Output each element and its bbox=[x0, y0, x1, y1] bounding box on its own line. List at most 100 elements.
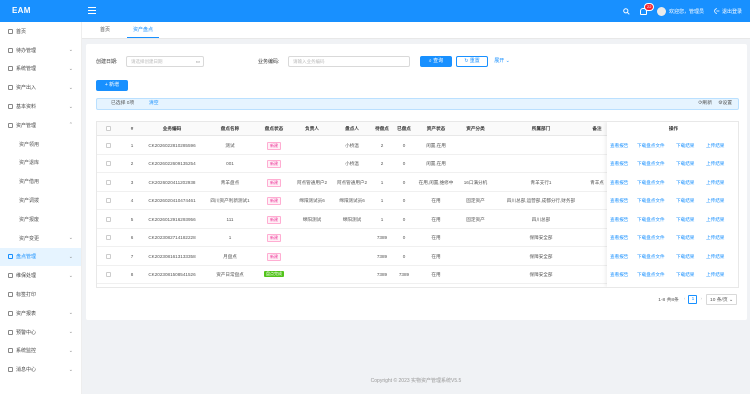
page-1-button[interactable]: 1 bbox=[688, 295, 698, 304]
date-filter-input[interactable]: 请选择创建日期 ▭ bbox=[126, 56, 204, 67]
sidebar-item[interactable]: 待办管理 ⌄ bbox=[0, 41, 81, 60]
sidebar-item-label: 资产调拨 bbox=[19, 198, 40, 205]
logout-button[interactable]: 退出登录 bbox=[714, 8, 742, 15]
row-checkbox[interactable] bbox=[106, 179, 111, 185]
sidebar-item[interactable]: 资产调拨 bbox=[0, 191, 81, 210]
row-action-link[interactable]: 上传结果 bbox=[706, 254, 724, 260]
row-checkbox[interactable] bbox=[106, 142, 111, 148]
column-header: 待盘点 bbox=[375, 126, 389, 131]
row-action-link[interactable]: 查看报告 bbox=[610, 161, 628, 167]
row-checkbox[interactable] bbox=[106, 272, 111, 277]
row-action-link[interactable]: 上传结果 bbox=[706, 235, 724, 241]
prev-page-button[interactable]: ‹ bbox=[684, 297, 686, 302]
table-cell: CK2026012916293956 bbox=[148, 216, 196, 222]
clear-selection-link[interactable]: 清空 bbox=[149, 99, 159, 109]
sidebar-item-label: 资产出入 bbox=[16, 85, 37, 92]
operations-column: 操作 查看报告 下载盘点文件 下载结果 上传结果 查看报告 下载盘点文件 下载结果 上传结果 查看… bbox=[607, 122, 738, 287]
user-menu[interactable]: 欢迎您，管理员 bbox=[656, 6, 704, 16]
sidebar-item[interactable]: 资产借用 bbox=[0, 172, 81, 191]
table-settings-button[interactable]: ⚙设置 bbox=[718, 99, 732, 109]
row-action-link[interactable]: 查看报告 bbox=[610, 180, 628, 186]
row-action-link[interactable]: 下载盘点文件 bbox=[637, 143, 665, 149]
row-action-link[interactable]: 上传结果 bbox=[706, 180, 724, 186]
sidebar-item[interactable]: 资产领用 bbox=[0, 135, 81, 154]
sidebar-item[interactable]: 首页 bbox=[0, 22, 81, 41]
row-action-link[interactable]: 查看报告 bbox=[610, 272, 628, 278]
sidebar-item-label: 系统监控 bbox=[16, 348, 37, 355]
row-checkbox[interactable] bbox=[106, 235, 111, 240]
column-header: # bbox=[130, 126, 134, 131]
search-button[interactable]: ⌕ 查询 bbox=[420, 56, 452, 67]
add-button[interactable]: + 新增 bbox=[96, 80, 128, 91]
sidebar-item[interactable]: 资产报废 bbox=[0, 210, 81, 229]
row-action-link[interactable]: 上传结果 bbox=[706, 272, 724, 278]
sidebar-item[interactable]: 标签打印 bbox=[0, 285, 81, 304]
row-action-link[interactable]: 下载结果 bbox=[676, 161, 694, 167]
sidebar-item[interactable]: 资产出入 ⌄ bbox=[0, 78, 81, 97]
operations-header: 操作 bbox=[668, 126, 679, 131]
expand-filters-link[interactable]: 展开 ⌄ bbox=[490, 56, 514, 67]
sidebar-item[interactable]: 基本资料 ⌄ bbox=[0, 97, 81, 116]
table-cell: 0 bbox=[402, 235, 406, 240]
sidebar-item[interactable]: 资产变更 ⌄ bbox=[0, 229, 81, 248]
row-action-link[interactable]: 下载盘点文件 bbox=[637, 217, 665, 223]
row-checkbox[interactable] bbox=[106, 161, 111, 166]
table-cell: 绵阳测试 bbox=[342, 216, 362, 222]
next-page-button[interactable]: › bbox=[700, 297, 702, 302]
table-cell: 7 bbox=[130, 253, 134, 259]
row-checkbox[interactable] bbox=[106, 198, 111, 203]
sidebar-item[interactable]: 预警中心 ⌄ bbox=[0, 323, 81, 342]
row-action-link[interactable]: 查看报告 bbox=[610, 254, 628, 260]
sidebar-item[interactable]: 资产报表 ⌄ bbox=[0, 304, 81, 323]
tab-asset-inventory[interactable]: 资产盘点 bbox=[127, 22, 160, 38]
row-action-link[interactable]: 下载盘点文件 bbox=[637, 180, 665, 186]
page-size-select[interactable]: 10 条/页 ⌄ bbox=[706, 294, 737, 305]
row-action-link[interactable]: 下载结果 bbox=[676, 254, 694, 260]
menu-toggle-icon[interactable] bbox=[88, 5, 96, 15]
row-action-link[interactable]: 下载盘点文件 bbox=[637, 235, 665, 241]
row-action-link[interactable]: 上传结果 bbox=[706, 161, 724, 167]
app-logo: EAM bbox=[12, 6, 31, 15]
chevron-icon: ⌄ bbox=[68, 235, 73, 242]
row-checkbox[interactable] bbox=[106, 216, 111, 222]
row-action-link[interactable]: 下载结果 bbox=[676, 272, 694, 278]
row-action-link[interactable]: 下载结果 bbox=[676, 198, 694, 204]
row-action-link[interactable]: 查看报告 bbox=[610, 235, 628, 241]
code-filter-input[interactable]: 请输入业务编码 bbox=[288, 56, 410, 67]
row-action-link[interactable]: 下载结果 bbox=[676, 180, 694, 186]
column-header: 负责人 bbox=[305, 126, 319, 131]
sidebar-item[interactable]: 盘点管理 ⌄ bbox=[0, 247, 81, 267]
table-cell: 四川总部 bbox=[531, 216, 551, 222]
status-badge: 新建 bbox=[267, 215, 281, 224]
row-checkbox[interactable] bbox=[106, 253, 111, 259]
row-action-link[interactable]: 下载结果 bbox=[676, 143, 694, 149]
table-cell: 8 bbox=[130, 272, 134, 277]
notification-bell-icon[interactable]: 22 bbox=[639, 2, 655, 15]
row-action-link[interactable]: 上传结果 bbox=[706, 217, 724, 223]
message-icon bbox=[8, 367, 13, 373]
refresh-button[interactable]: ⟳刷新 bbox=[698, 99, 712, 109]
row-action-link[interactable]: 下载结果 bbox=[676, 217, 694, 223]
row-action-link[interactable]: 查看报告 bbox=[610, 143, 628, 149]
row-action-link[interactable]: 上传结果 bbox=[706, 198, 724, 204]
sidebar-item[interactable]: 系统管理 ⌄ bbox=[0, 60, 81, 79]
row-action-link[interactable]: 下载盘点文件 bbox=[637, 161, 665, 167]
search-icon[interactable] bbox=[623, 7, 630, 15]
row-action-link[interactable]: 下载盘点文件 bbox=[637, 254, 665, 260]
row-action-link[interactable]: 下载结果 bbox=[676, 235, 694, 241]
sidebar-item[interactable]: 系统监控 ⌄ bbox=[0, 342, 81, 361]
sidebar-item[interactable]: 维保处理 ⌄ bbox=[0, 266, 81, 285]
sidebar-item[interactable]: 资产管理 ⌃ bbox=[0, 116, 81, 135]
row-action-link[interactable]: 查看报告 bbox=[610, 217, 628, 223]
table-cell: 16口满分机 bbox=[463, 179, 488, 185]
select-all-checkbox[interactable] bbox=[106, 126, 111, 131]
row-action-link[interactable]: 下载盘点文件 bbox=[637, 198, 665, 204]
row-action-link[interactable]: 下载盘点文件 bbox=[637, 272, 665, 278]
row-action-link[interactable]: 查看报告 bbox=[610, 198, 628, 204]
sidebar-item[interactable]: 消息中心 ⌄ bbox=[0, 360, 81, 379]
reset-button[interactable]: ↻ 重置 bbox=[456, 56, 488, 67]
row-action-link[interactable]: 上传结果 bbox=[706, 143, 724, 149]
sidebar-item[interactable]: 资产退库 bbox=[0, 154, 81, 173]
tab-home[interactable]: 首页 bbox=[94, 22, 116, 38]
table-cell: 在用 bbox=[431, 253, 441, 259]
